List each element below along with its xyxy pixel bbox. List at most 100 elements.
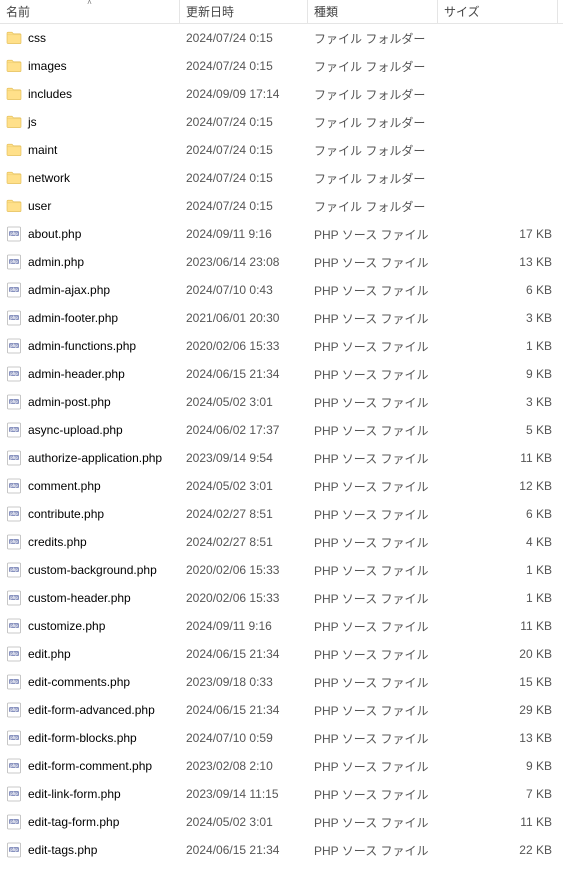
file-name-cell: phpedit-form-comment.php — [0, 758, 180, 774]
file-name-label: admin-ajax.php — [28, 283, 110, 297]
file-row[interactable]: phpedit-tag-form.php2024/05/02 3:01PHP ソ… — [0, 808, 563, 836]
file-row[interactable]: phpcomment.php2024/05/02 3:01PHP ソース ファイ… — [0, 472, 563, 500]
file-size-cell: 17 KB — [438, 227, 558, 241]
file-name-cell: phpadmin-footer.php — [0, 310, 180, 326]
php-file-icon: php — [6, 646, 22, 662]
file-row[interactable]: includes2024/09/09 17:14ファイル フォルダー — [0, 80, 563, 108]
file-row[interactable]: phpcustom-background.php2020/02/06 15:33… — [0, 556, 563, 584]
svg-text:php: php — [10, 679, 18, 684]
file-row[interactable]: user2024/07/24 0:15ファイル フォルダー — [0, 192, 563, 220]
file-type-cell: PHP ソース ファイル — [308, 254, 438, 271]
column-header-row: 名前 ˄ 更新日時 種類 サイズ — [0, 0, 563, 24]
file-name-label: js — [28, 115, 37, 129]
file-name-label: includes — [28, 87, 72, 101]
file-row[interactable]: phpasync-upload.php2024/06/02 17:37PHP ソ… — [0, 416, 563, 444]
file-row[interactable]: phpcontribute.php2024/02/27 8:51PHP ソース … — [0, 500, 563, 528]
file-row[interactable]: phpauthorize-application.php2023/09/14 9… — [0, 444, 563, 472]
file-size-cell: 13 KB — [438, 255, 558, 269]
folder-icon — [6, 114, 22, 130]
file-size-cell: 1 KB — [438, 563, 558, 577]
file-row[interactable]: phpcustom-header.php2020/02/06 15:33PHP … — [0, 584, 563, 612]
file-date-cell: 2024/07/10 0:43 — [180, 283, 308, 297]
column-header-type[interactable]: 種類 — [308, 0, 438, 23]
file-date-cell: 2024/09/09 17:14 — [180, 87, 308, 101]
svg-text:php: php — [10, 707, 18, 712]
file-type-cell: PHP ソース ファイル — [308, 450, 438, 467]
file-date-cell: 2020/02/06 15:33 — [180, 339, 308, 353]
file-size-cell: 4 KB — [438, 535, 558, 549]
php-file-icon: php — [6, 674, 22, 690]
file-name-label: credits.php — [28, 535, 87, 549]
column-header-size-label: サイズ — [444, 3, 480, 20]
file-name-label: admin-footer.php — [28, 311, 118, 325]
file-row[interactable]: js2024/07/24 0:15ファイル フォルダー — [0, 108, 563, 136]
php-file-icon: php — [6, 478, 22, 494]
file-type-cell: ファイル フォルダー — [308, 114, 438, 131]
file-date-cell: 2024/06/02 17:37 — [180, 423, 308, 437]
file-row[interactable]: phpedit-form-advanced.php2024/06/15 21:3… — [0, 696, 563, 724]
file-date-cell: 2024/05/02 3:01 — [180, 815, 308, 829]
file-row[interactable]: network2024/07/24 0:15ファイル フォルダー — [0, 164, 563, 192]
file-row[interactable]: phpedit-form-comment.php2023/02/08 2:10P… — [0, 752, 563, 780]
file-row[interactable]: phpedit-comments.php2023/09/18 0:33PHP ソ… — [0, 668, 563, 696]
file-row[interactable]: phpedit-link-form.php2023/09/14 11:15PHP… — [0, 780, 563, 808]
file-type-cell: PHP ソース ファイル — [308, 562, 438, 579]
file-name-cell: phpedit-tag-form.php — [0, 814, 180, 830]
file-name-cell: phpcomment.php — [0, 478, 180, 494]
file-size-cell: 1 KB — [438, 339, 558, 353]
file-name-cell: phpadmin-functions.php — [0, 338, 180, 354]
file-size-cell: 5 KB — [438, 423, 558, 437]
file-row[interactable]: phpadmin-header.php2024/06/15 21:34PHP ソ… — [0, 360, 563, 388]
php-file-icon: php — [6, 226, 22, 242]
file-date-cell: 2024/09/11 9:16 — [180, 619, 308, 633]
file-type-cell: PHP ソース ファイル — [308, 310, 438, 327]
file-row[interactable]: phpcredits.php2024/02/27 8:51PHP ソース ファイ… — [0, 528, 563, 556]
file-name-cell: phpauthorize-application.php — [0, 450, 180, 466]
file-name-cell: js — [0, 114, 180, 130]
file-row[interactable]: phpadmin.php2023/06/14 23:08PHP ソース ファイル… — [0, 248, 563, 276]
file-date-cell: 2021/06/01 20:30 — [180, 311, 308, 325]
file-type-cell: PHP ソース ファイル — [308, 338, 438, 355]
file-row[interactable]: phpcustomize.php2024/09/11 9:16PHP ソース フ… — [0, 612, 563, 640]
file-size-cell: 3 KB — [438, 395, 558, 409]
file-row[interactable]: phpadmin-ajax.php2024/07/10 0:43PHP ソース … — [0, 276, 563, 304]
php-file-icon: php — [6, 786, 22, 802]
file-type-cell: PHP ソース ファイル — [308, 282, 438, 299]
svg-text:php: php — [10, 847, 18, 852]
file-date-cell: 2024/07/24 0:15 — [180, 59, 308, 73]
file-name-label: edit-tags.php — [28, 843, 97, 857]
column-header-size[interactable]: サイズ — [438, 0, 558, 23]
file-row[interactable]: phpedit-tags.php2024/06/15 21:34PHP ソース … — [0, 836, 563, 864]
file-type-cell: PHP ソース ファイル — [308, 758, 438, 775]
file-row[interactable]: images2024/07/24 0:15ファイル フォルダー — [0, 52, 563, 80]
file-row[interactable]: phpadmin-footer.php2021/06/01 20:30PHP ソ… — [0, 304, 563, 332]
file-name-label: async-upload.php — [28, 423, 123, 437]
file-row[interactable]: maint2024/07/24 0:15ファイル フォルダー — [0, 136, 563, 164]
file-name-label: about.php — [28, 227, 81, 241]
folder-icon — [6, 86, 22, 102]
file-date-cell: 2024/06/15 21:34 — [180, 703, 308, 717]
php-file-icon: php — [6, 562, 22, 578]
file-name-label: admin-header.php — [28, 367, 125, 381]
folder-icon — [6, 142, 22, 158]
file-date-cell: 2024/05/02 3:01 — [180, 479, 308, 493]
file-date-cell: 2023/06/14 23:08 — [180, 255, 308, 269]
column-header-name[interactable]: 名前 ˄ — [0, 0, 180, 23]
column-header-date[interactable]: 更新日時 — [180, 0, 308, 23]
file-row[interactable]: phpabout.php2024/09/11 9:16PHP ソース ファイル1… — [0, 220, 563, 248]
file-row[interactable]: phpedit.php2024/06/15 21:34PHP ソース ファイル2… — [0, 640, 563, 668]
file-row[interactable]: phpedit-form-blocks.php2024/07/10 0:59PH… — [0, 724, 563, 752]
file-name-cell: network — [0, 170, 180, 186]
folder-icon — [6, 170, 22, 186]
php-file-icon: php — [6, 814, 22, 830]
file-type-cell: PHP ソース ファイル — [308, 618, 438, 635]
svg-text:php: php — [10, 455, 18, 460]
file-row[interactable]: phpadmin-functions.php2020/02/06 15:33PH… — [0, 332, 563, 360]
file-type-cell: ファイル フォルダー — [308, 58, 438, 75]
svg-text:php: php — [10, 791, 18, 796]
file-date-cell: 2024/07/24 0:15 — [180, 199, 308, 213]
file-row[interactable]: css2024/07/24 0:15ファイル フォルダー — [0, 24, 563, 52]
php-file-icon: php — [6, 338, 22, 354]
file-type-cell: PHP ソース ファイル — [308, 394, 438, 411]
file-row[interactable]: phpadmin-post.php2024/05/02 3:01PHP ソース … — [0, 388, 563, 416]
